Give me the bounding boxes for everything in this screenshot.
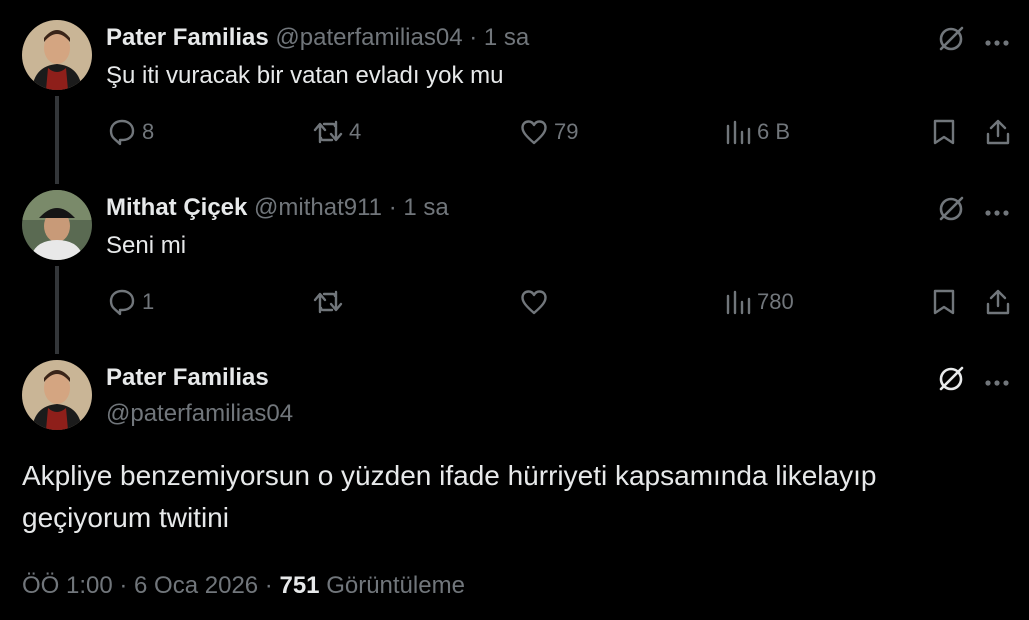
display-name[interactable]: Pater Familias	[106, 364, 269, 392]
like-icon	[521, 120, 547, 145]
tweet-header: Mithat Çiçek @mithat911 · 1 sa	[106, 194, 449, 222]
grok-icon[interactable]	[936, 364, 966, 399]
grok-icon[interactable]	[936, 24, 966, 59]
action-bar: 8 4 79 6 B	[0, 112, 1029, 152]
bookmark-button[interactable]	[931, 288, 957, 316]
reply-count: 1	[142, 289, 155, 314]
like-count: 79	[554, 119, 579, 144]
handle[interactable]: @paterfamilias04	[106, 400, 293, 428]
share-button[interactable]	[985, 118, 1011, 146]
share-icon	[986, 119, 1010, 145]
tweet-text: Seni mi	[106, 232, 187, 259]
views-count: 6 B	[757, 119, 791, 144]
tweet-text: Akpliye benzemiyorsun o yüzden ifade hür…	[22, 460, 877, 533]
tweet-meta: ÖÖ 1:00 · 6 Oca 2026 · 751 Görüntüleme	[22, 572, 465, 600]
reply-button[interactable]: 8	[108, 118, 154, 146]
like-button[interactable]	[520, 288, 554, 316]
share-button[interactable]	[985, 288, 1011, 316]
thread-tweet-1[interactable]: Pater Familias @paterfamilias04 · 1 sa Ş…	[0, 0, 1029, 184]
retweet-icon	[313, 120, 343, 144]
reply-icon	[109, 289, 135, 316]
reply-icon	[109, 119, 135, 146]
retweet-button[interactable]	[313, 288, 349, 316]
action-bar: 1 780	[0, 282, 1029, 322]
thread-tweet-2[interactable]: Mithat Çiçek @mithat911 · 1 sa Seni mi 1…	[0, 170, 1029, 354]
views-button[interactable]: 6 B	[725, 118, 790, 146]
handle[interactable]: @paterfamilias04	[275, 24, 462, 51]
bookmark-icon	[933, 119, 955, 145]
timestamp[interactable]: · 1 sa	[469, 24, 529, 51]
share-icon	[986, 289, 1010, 315]
view-label: Görüntüleme	[326, 572, 465, 599]
more-icon[interactable]	[984, 34, 1010, 52]
more-icon[interactable]	[984, 374, 1010, 392]
reply-button[interactable]: 1	[108, 288, 154, 316]
handle[interactable]: @mithat911	[254, 194, 382, 221]
bookmark-icon	[933, 289, 955, 315]
display-name[interactable]: Pater Familias	[106, 24, 269, 51]
avatar[interactable]	[22, 190, 92, 260]
bookmark-button[interactable]	[931, 118, 957, 146]
retweet-icon	[313, 290, 343, 314]
tweet-header: Pater Familias @paterfamilias04 · 1 sa	[106, 24, 529, 52]
timestamp[interactable]: · 1 sa	[389, 194, 449, 221]
retweet-count: 4	[349, 119, 362, 144]
more-icon[interactable]	[984, 204, 1010, 222]
avatar[interactable]	[22, 360, 92, 430]
avatar[interactable]	[22, 20, 92, 90]
tweet-text: Şu iti vuracak bir vatan evladı yok mu	[106, 62, 504, 89]
focused-tweet: Pater Familias @paterfamilias04 Akpliye …	[0, 340, 1029, 620]
view-count: 751	[279, 572, 320, 599]
display-name[interactable]: Mithat Çiçek	[106, 194, 247, 221]
timestamp[interactable]: ÖÖ 1:00 · 6 Oca 2026 ·	[22, 572, 273, 599]
views-icon	[726, 120, 751, 145]
retweet-button[interactable]: 4	[313, 118, 361, 146]
grok-icon[interactable]	[936, 194, 966, 229]
display-name-text[interactable]: Pater Familias	[106, 364, 269, 391]
views-count: 780	[757, 289, 794, 314]
like-button[interactable]: 79	[520, 118, 578, 146]
like-icon	[521, 290, 547, 315]
reply-count: 8	[142, 119, 155, 144]
views-icon	[726, 290, 751, 315]
views-button[interactable]: 780	[725, 288, 794, 316]
